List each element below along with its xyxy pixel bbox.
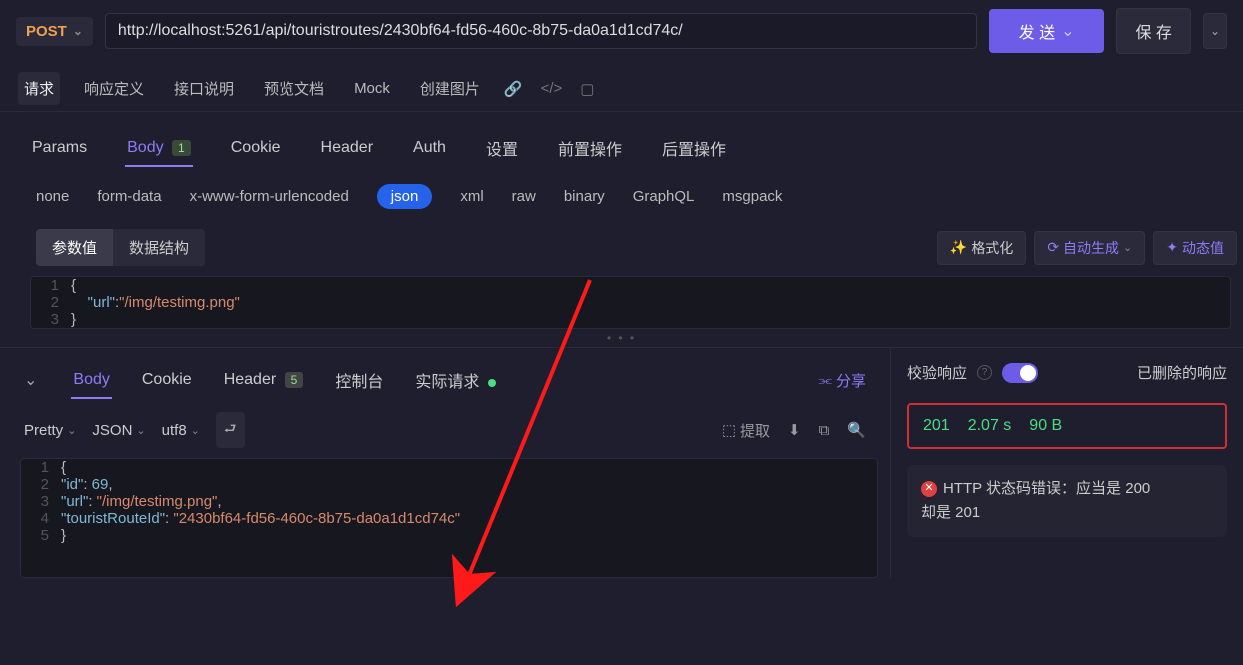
split-handle[interactable]: • • • xyxy=(0,329,1243,347)
body-type-binary[interactable]: binary xyxy=(564,188,605,205)
copy-icon[interactable]: ⧉ xyxy=(819,422,830,439)
panel-icon[interactable]: ▢ xyxy=(580,80,594,98)
body-type-form-data[interactable]: form-data xyxy=(97,188,161,205)
share-button[interactable]: ⫘ 分享 xyxy=(818,370,866,391)
seg-data-struct[interactable]: 数据结构 xyxy=(113,229,205,266)
status-code: 201 xyxy=(923,417,950,435)
body-type-json[interactable]: json xyxy=(377,184,433,209)
tab-params[interactable]: Params xyxy=(30,129,89,167)
body-count-badge: 1 xyxy=(172,140,191,156)
extract-icon: ⬚ xyxy=(722,421,736,439)
tab-resp-body[interactable]: Body xyxy=(71,361,111,399)
http-method-label: POST xyxy=(26,23,67,40)
tab-cookie[interactable]: Cookie xyxy=(229,129,283,167)
tab-create-image[interactable]: 创建图片 xyxy=(414,72,486,105)
error-message: ✕HTTP 状态码错误：应当是 200 却是 201 xyxy=(907,465,1227,537)
help-icon[interactable]: ? xyxy=(977,365,992,380)
tab-post-request[interactable]: 后置操作 xyxy=(660,126,728,170)
verify-response-label: 校验响应 xyxy=(907,362,967,383)
body-type-tabs: none form-data x-www-form-urlencoded jso… xyxy=(0,170,1243,223)
status-size: 90 B xyxy=(1029,417,1062,435)
status-time: 2.07 s xyxy=(968,417,1012,435)
tab-resp-console[interactable]: 控制台 xyxy=(333,358,385,402)
seg-param-value[interactable]: 参数值 xyxy=(36,229,113,266)
tab-body[interactable]: Body 1 xyxy=(125,129,193,167)
body-type-raw[interactable]: raw xyxy=(512,188,536,205)
response-sidebar: 校验响应 ? 已删除的响应 201 2.07 s 90 B ✕HTTP 状态码错… xyxy=(890,347,1243,578)
tab-preview-doc[interactable]: 预览文档 xyxy=(258,72,330,105)
body-type-xwww[interactable]: x-www-form-urlencoded xyxy=(190,188,349,205)
search-icon[interactable]: 🔍 xyxy=(847,421,866,439)
chevron-down-icon: ⌄ xyxy=(136,424,145,437)
tab-resp-header[interactable]: Header 5 xyxy=(222,361,306,399)
chevron-down-icon: ⌄ xyxy=(1061,21,1074,41)
verify-toggle[interactable] xyxy=(1002,363,1038,383)
value-struct-segment: 参数值 数据结构 xyxy=(36,229,205,266)
wrap-icon[interactable]: ⮐ xyxy=(216,412,245,448)
response-body-editor[interactable]: 1{2 "id": 69,3 "url": "/img/testimg.png"… xyxy=(20,458,878,578)
wand-icon: ✨ xyxy=(950,239,967,256)
header-count-badge: 5 xyxy=(285,372,304,388)
save-button[interactable]: 保 存 xyxy=(1116,8,1190,54)
send-button[interactable]: 发 送 ⌄ xyxy=(989,9,1105,53)
body-type-graphql[interactable]: GraphQL xyxy=(633,188,695,205)
chevron-down-icon: ⌄ xyxy=(1123,241,1132,254)
more-button[interactable]: ⌄ xyxy=(1203,13,1227,49)
code-icon[interactable]: </> xyxy=(541,80,563,97)
tab-api-desc[interactable]: 接口说明 xyxy=(168,72,240,105)
response-tabs: ⌄ Body Cookie Header 5 控制台 实际请求 ⫘ 分享 xyxy=(0,348,890,402)
status-box: 201 2.07 s 90 B xyxy=(907,403,1227,449)
format-button[interactable]: ✨ 格式化 xyxy=(937,231,1026,265)
link-icon[interactable]: 🔗 xyxy=(504,80,523,98)
tab-settings[interactable]: 设置 xyxy=(484,126,520,170)
extract-button[interactable]: ⬚ 提取 xyxy=(722,420,770,441)
resp-view-select[interactable]: Pretty ⌄ xyxy=(24,422,76,439)
tab-response-def[interactable]: 响应定义 xyxy=(78,72,150,105)
tab-request[interactable]: 请求 xyxy=(18,72,60,105)
expand-icon[interactable]: ⌄ xyxy=(24,370,37,390)
request-body-editor[interactable]: 1{2 "url":"/img/testimg.png"3} xyxy=(30,276,1231,329)
download-icon[interactable]: ⬇ xyxy=(788,421,801,439)
deleted-response-label[interactable]: 已删除的响应 xyxy=(1137,362,1227,383)
body-type-none[interactable]: none xyxy=(36,188,69,205)
resp-encoding-select[interactable]: utf8 ⌄ xyxy=(162,422,200,439)
chevron-down-icon: ⌄ xyxy=(67,424,76,437)
tab-mock[interactable]: Mock xyxy=(348,74,396,103)
tab-auth[interactable]: Auth xyxy=(411,129,448,167)
tab-resp-actual[interactable]: 实际请求 xyxy=(413,358,497,402)
refresh-icon: ⟳ xyxy=(1047,239,1059,256)
url-input[interactable] xyxy=(105,13,977,49)
autogen-button[interactable]: ⟳ 自动生成 ⌄ xyxy=(1034,231,1145,265)
request-tabs: Params Body 1 Cookie Header Auth 设置 前置操作… xyxy=(0,112,1243,170)
tab-resp-cookie[interactable]: Cookie xyxy=(140,361,194,399)
http-method-select[interactable]: POST ⌄ xyxy=(16,17,93,46)
tab-header[interactable]: Header xyxy=(319,129,375,167)
error-icon: ✕ xyxy=(921,481,937,497)
dynamic-value-button[interactable]: ✦ 动态值 xyxy=(1153,231,1237,265)
resp-format-select[interactable]: JSON ⌄ xyxy=(92,422,145,439)
body-type-msgpack[interactable]: msgpack xyxy=(722,188,782,205)
share-icon: ⫘ xyxy=(818,372,832,389)
sparkle-icon: ✦ xyxy=(1166,239,1178,256)
primary-tabs: 请求 响应定义 接口说明 预览文档 Mock 创建图片 🔗 </> ▢ xyxy=(0,66,1243,112)
body-type-xml[interactable]: xml xyxy=(460,188,483,205)
status-dot-icon xyxy=(488,379,496,387)
chevron-down-icon: ⌄ xyxy=(73,24,83,38)
tab-pre-request[interactable]: 前置操作 xyxy=(556,126,624,170)
chevron-down-icon: ⌄ xyxy=(191,424,200,437)
